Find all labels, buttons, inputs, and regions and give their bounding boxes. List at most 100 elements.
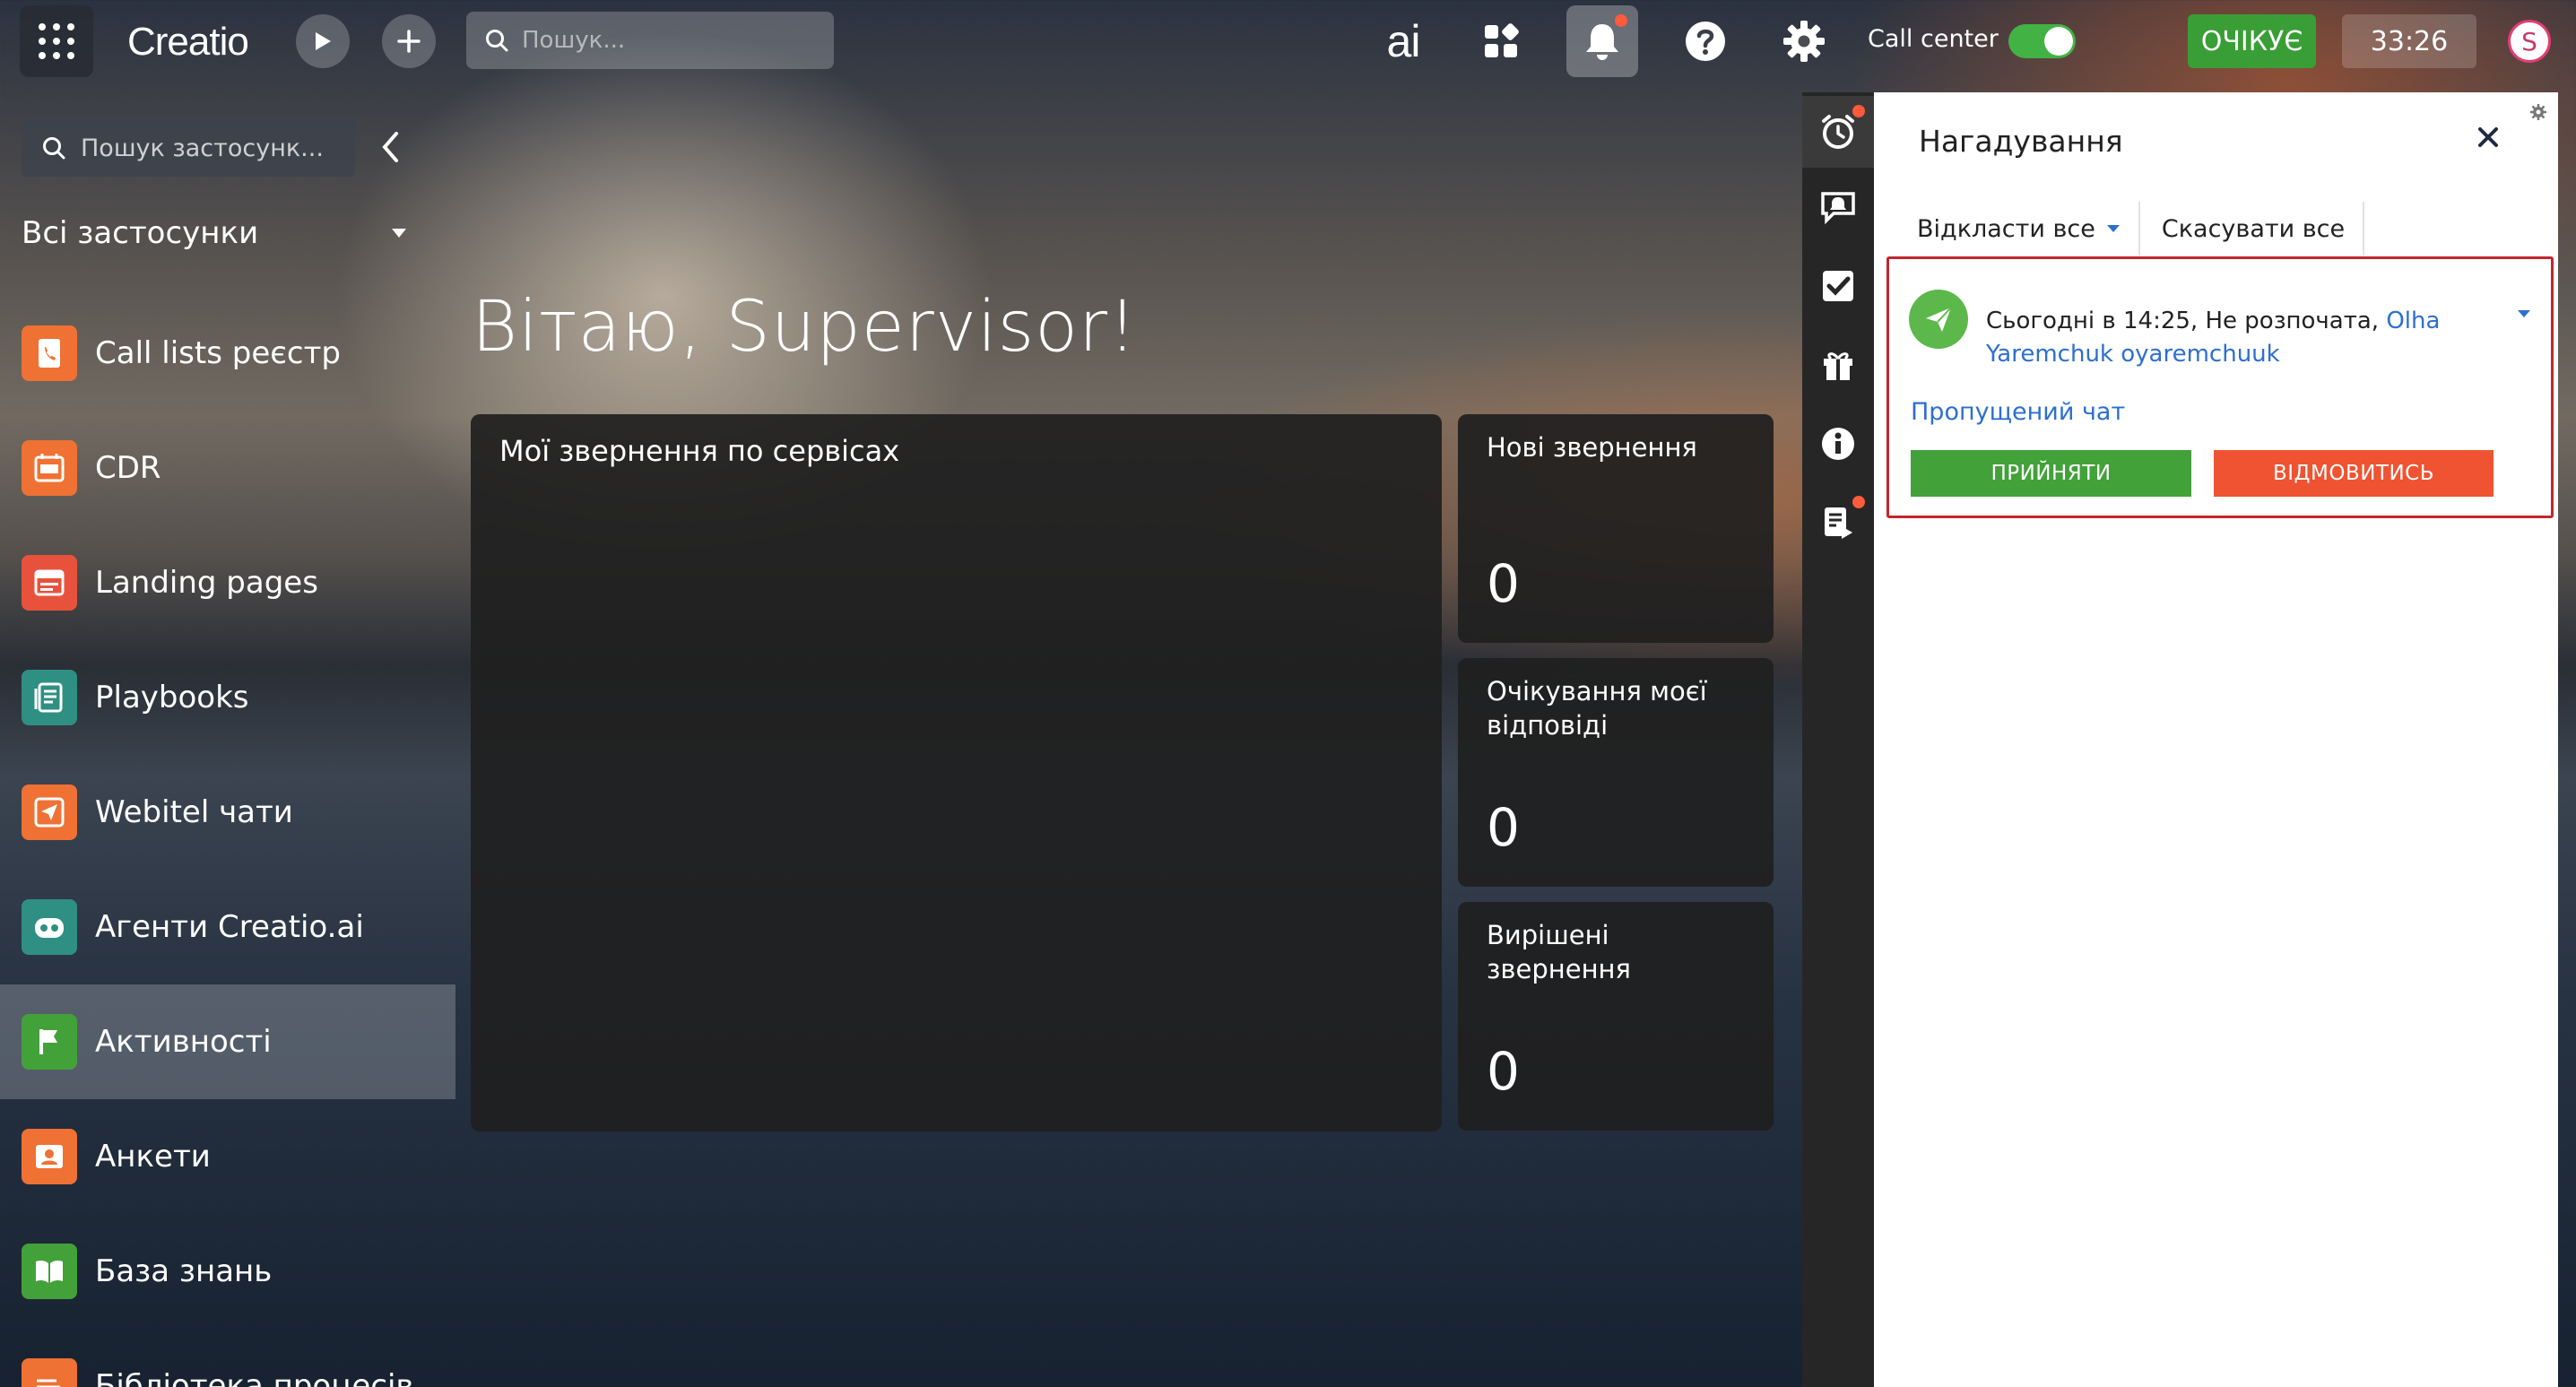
caret-down-icon (392, 229, 406, 238)
new-requests-card[interactable]: Нові звернення 0 (1458, 414, 1774, 643)
send-icon (22, 785, 77, 840)
chat-icon (1909, 290, 1968, 349)
widget-title: Мої звернення по сервісах (499, 434, 900, 468)
reminders-tab[interactable] (1802, 96, 1874, 168)
collapse-sidebar-button[interactable] (380, 131, 400, 163)
call-center-label: Call center (1868, 25, 1999, 53)
nav-item-label: CDR (95, 450, 161, 486)
top-bar: Creatio Пошук... ai Call center ОЧІКУЄ 3… (0, 0, 2576, 82)
book-icon (22, 1244, 77, 1299)
nav-item-label: Webitel чати (95, 794, 293, 830)
panel-title: Нагадування (1919, 124, 2123, 159)
reminder-time: Сьогодні в 14:25, (1986, 308, 2199, 334)
close-icon (2478, 127, 2498, 147)
stat-value: 0 (1487, 553, 1520, 614)
help-button[interactable] (1678, 14, 1732, 68)
all-apps-dropdown[interactable]: Всі застосунки (22, 215, 407, 251)
checkbox-icon (1823, 271, 1853, 301)
reminders-dot (1852, 105, 1865, 117)
cancel-all-button[interactable]: Скасувати все (2140, 202, 2365, 256)
caret-down-icon (2106, 225, 2120, 232)
reminder-actions: Відкласти все Скасувати все (1899, 202, 2365, 256)
document-play-icon (1825, 507, 1852, 539)
widgets-icon (1485, 23, 1519, 57)
birthdays-tab[interactable] (1802, 329, 1874, 401)
chat-bell-icon (1821, 192, 1855, 225)
nav-item-label: Landing pages (95, 565, 318, 601)
chevron-left-icon (382, 132, 398, 162)
call-center-toggle[interactable] (2008, 24, 2076, 58)
info-tab[interactable] (1802, 408, 1874, 480)
app-nav-list: Call lists реєстр CDR Landing pages Play… (0, 296, 455, 1387)
service-requests-widget: Мої звернення по сервісах (471, 414, 1442, 1131)
gear-icon (1783, 21, 1825, 62)
settings-button[interactable] (1777, 14, 1831, 68)
missed-chat-link[interactable]: Пропущений чат (1911, 398, 2125, 426)
flag-icon (22, 1014, 77, 1070)
reminder-status: Не розпочата, (2205, 308, 2380, 334)
small-gear-icon (2530, 104, 2546, 120)
agent-status-button[interactable]: ОЧІКУЄ (2188, 14, 2316, 68)
postpone-all-button[interactable]: Відкласти все (1899, 202, 2140, 256)
feed-tab[interactable] (1802, 487, 1874, 559)
nav-item-creatio-ai-agents[interactable]: Агенти Creatio.ai (0, 870, 455, 984)
close-panel-button[interactable] (2477, 126, 2499, 148)
nav-item-call-lists[interactable]: Call lists реєстр (0, 296, 455, 411)
nav-item-process-library[interactable]: Бібліотека процесів (0, 1329, 455, 1387)
nav-item-activities[interactable]: Активності (0, 984, 455, 1099)
app-grid-button[interactable] (20, 5, 93, 77)
creatio-logo: Creatio (127, 20, 249, 64)
nav-item-label: Агенти Creatio.ai (95, 909, 364, 945)
reminder-card: Сьогодні в 14:25, Не розпочата, Olha Yar… (1886, 256, 2554, 518)
status-timer: 33:26 (2342, 14, 2476, 68)
stat-value: 0 (1487, 797, 1520, 858)
app-search-placeholder: Пошук застосунк... (81, 134, 324, 162)
expand-reminder-button[interactable] (2517, 309, 2531, 318)
nav-item-questionnaires[interactable]: Анкети (0, 1099, 455, 1214)
stat-value: 0 (1487, 1041, 1520, 1102)
nav-item-label: Бібліотека процесів (95, 1368, 414, 1387)
ai-logo: ai (1386, 16, 1421, 66)
toggle-knob (2044, 27, 2073, 56)
nav-item-label: Активності (95, 1024, 272, 1060)
search-placeholder: Пошук... (522, 27, 626, 54)
all-apps-label: Всі застосунки (22, 215, 259, 251)
nav-item-label: Call lists реєстр (95, 335, 341, 371)
run-process-button[interactable] (296, 14, 350, 68)
phone-book-icon (22, 325, 77, 381)
communication-panel-tabs (1802, 92, 1874, 1387)
panel-settings-button[interactable] (2529, 103, 2547, 121)
nav-item-webitel-chats[interactable]: Webitel чати (0, 755, 455, 870)
nav-item-label: Playbooks (95, 680, 249, 715)
apps-menu-button[interactable] (1474, 16, 1528, 66)
help-icon (1686, 22, 1725, 61)
landing-page-icon (22, 555, 77, 611)
nav-item-label: База знань (95, 1253, 273, 1289)
nav-item-landing-pages[interactable]: Landing pages (0, 525, 455, 640)
nav-item-cdr[interactable]: CDR (0, 411, 455, 525)
resolved-requests-card[interactable]: Вирішені звернення 0 (1458, 902, 1774, 1131)
notifications-button[interactable] (1566, 5, 1638, 77)
notifications-tab[interactable] (1802, 171, 1874, 243)
plus-icon (397, 30, 421, 53)
global-search-input[interactable]: Пошук... (466, 12, 834, 69)
cdr-icon (22, 440, 77, 496)
search-icon (486, 30, 508, 52)
tasks-tab[interactable] (1802, 250, 1874, 322)
stat-title: Вирішені звернення (1487, 920, 1631, 984)
play-icon (316, 32, 331, 50)
nav-item-playbooks[interactable]: Playbooks (0, 640, 455, 755)
bell-icon (1586, 24, 1618, 60)
add-button[interactable] (382, 14, 436, 68)
accept-button[interactable]: ПРИЙНЯТИ (1911, 450, 2191, 497)
reminders-panel: Нагадування Відкласти все Скасувати все … (1874, 92, 2558, 1387)
contact-card-icon (22, 1129, 77, 1184)
awaiting-my-reply-card[interactable]: Очікування моєї відповіді 0 (1458, 658, 1774, 887)
gift-icon (1824, 352, 1852, 380)
user-avatar[interactable]: S (2508, 20, 2551, 63)
greeting-title: Вітаю, Supervisor! (472, 287, 1138, 368)
decline-button[interactable]: ВІДМОВИТИСЬ (2214, 450, 2494, 497)
ai-button[interactable]: ai (1370, 14, 1436, 68)
app-search-input[interactable]: Пошук застосунк... (22, 119, 355, 177)
nav-item-knowledge-base[interactable]: База знань (0, 1214, 455, 1329)
